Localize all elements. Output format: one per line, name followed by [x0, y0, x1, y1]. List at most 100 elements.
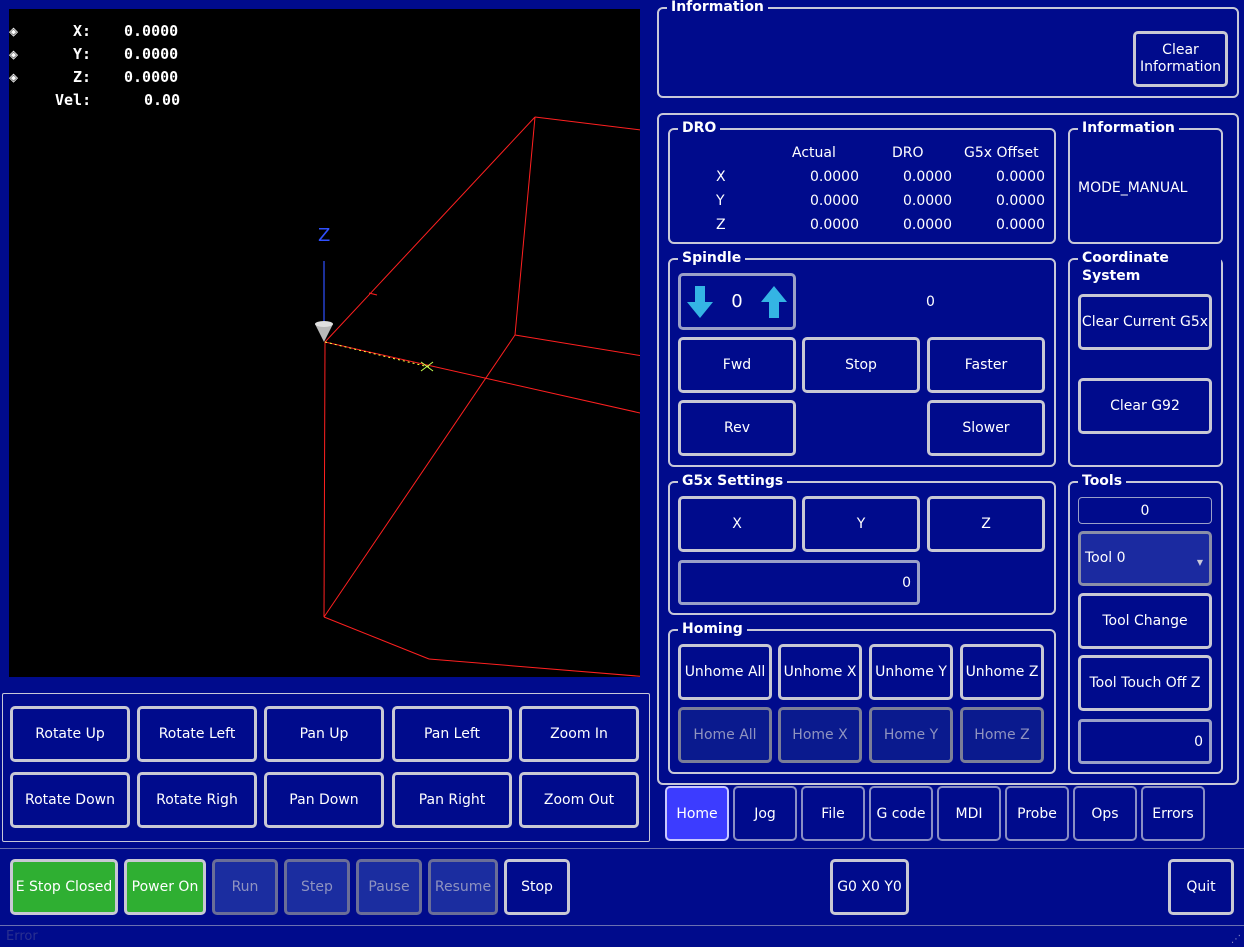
g5x-z-button[interactable]: Z [927, 496, 1045, 552]
tab-errors[interactable]: Errors [1141, 786, 1205, 841]
home-z-button[interactable]: Home Z [960, 707, 1044, 763]
spindle-stop-button[interactable]: Stop [802, 337, 920, 393]
dro-actual-value: 0.0000 [810, 169, 859, 185]
spindle-faster-button[interactable]: Faster [927, 337, 1045, 393]
home-x-button[interactable]: Home X [778, 707, 862, 763]
program-stop-button[interactable]: Stop [504, 859, 570, 915]
tab-jog[interactable]: Jog [733, 786, 797, 841]
g0-x0-y0-button[interactable]: G0 X0 Y0 [830, 859, 909, 915]
touch-off-value: 0 [1194, 733, 1203, 750]
velocity-label: Vel: [55, 91, 92, 109]
tab-file[interactable]: File [801, 786, 865, 841]
dro-actual-value: 0.0000 [810, 193, 859, 209]
unhome-x-button[interactable]: Unhome X [778, 644, 862, 700]
clear-g92-button[interactable]: Clear G92 [1078, 378, 1212, 434]
status-bar: Error ⋰ [0, 925, 1244, 947]
dro-dro-value: 0.0000 [903, 169, 952, 185]
unhome-all-button[interactable]: Unhome All [678, 644, 772, 700]
dro-offset-value: 0.0000 [996, 169, 1045, 185]
spindle-title: Spindle [678, 249, 746, 267]
unhome-z-button[interactable]: Unhome Z [960, 644, 1044, 700]
step-button[interactable]: Step [284, 859, 350, 915]
axis-home-icon: ◈ [9, 22, 19, 40]
tool-select-dropdown[interactable]: Tool 0 ▼ [1078, 531, 1212, 586]
overlay-axis-value: 0.0000 [124, 68, 179, 86]
status-text: Error [6, 929, 38, 944]
run-button[interactable]: Run [212, 859, 278, 915]
tab-ops[interactable]: Ops [1073, 786, 1137, 841]
resize-grip-icon[interactable]: ⋰ [1231, 934, 1241, 945]
arrow-up-icon[interactable] [760, 285, 787, 318]
dro-dro-value: 0.0000 [903, 193, 952, 209]
tab-home[interactable]: Home [665, 786, 729, 841]
zoom-in-button[interactable]: Zoom In [519, 706, 639, 762]
pause-button[interactable]: Pause [356, 859, 422, 915]
spindle-slower-button[interactable]: Slower [927, 400, 1045, 456]
dro-header: DRO [892, 145, 924, 161]
pan-down-button[interactable]: Pan Down [264, 772, 384, 828]
clear-information-button[interactable]: Clear Information [1133, 31, 1228, 87]
overlay-axis-label: Y: [73, 45, 92, 63]
dro-title: DRO [678, 119, 721, 137]
coordinate-system-title: Coordinate System [1078, 249, 1221, 285]
home-all-button[interactable]: Home All [678, 707, 772, 763]
axis-home-icon: ◈ [9, 68, 19, 86]
pan-left-button[interactable]: Pan Left [392, 706, 512, 762]
unhome-y-button[interactable]: Unhome Y [869, 644, 953, 700]
tool-touch-off-z-button[interactable]: Tool Touch Off Z [1078, 655, 1212, 711]
quit-button[interactable]: Quit [1168, 859, 1234, 915]
zoom-out-button[interactable]: Zoom Out [519, 772, 639, 828]
homing-title: Homing [678, 620, 747, 638]
tool-number-value: 0 [1140, 502, 1150, 519]
overlay-axis-label: Z: [73, 68, 92, 86]
rotate-down-button[interactable]: Rotate Down [10, 772, 130, 828]
tab-mdi[interactable]: MDI [937, 786, 1001, 841]
bottom-bar-divider [0, 848, 1244, 849]
information-title: Information [667, 0, 768, 16]
home-y-button[interactable]: Home Y [869, 707, 953, 763]
spindle-rev-button[interactable]: Rev [678, 400, 796, 456]
machine-mode: MODE_MANUAL [1078, 180, 1188, 196]
tool-cone-icon [315, 321, 333, 342]
pan-right-button[interactable]: Pan Right [392, 772, 512, 828]
dro-actual-value: 0.0000 [810, 217, 859, 233]
toolpath-preview [315, 116, 640, 677]
rotate-right-button[interactable]: Rotate Righ [137, 772, 257, 828]
tool-change-button[interactable]: Tool Change [1078, 593, 1212, 649]
touch-off-value-input[interactable]: 0 [1078, 719, 1212, 764]
clear-g5x-button[interactable]: Clear Current G5x [1078, 294, 1212, 350]
dro-offset-value: 0.0000 [996, 193, 1045, 209]
3d-preview-viewport[interactable]: Z ◈ X: 0.0000 ◈ Y: 0.0000 ◈ Z: 0.0000 Vel: 0.00 [9, 9, 640, 677]
tab-g-code[interactable]: G code [869, 786, 933, 841]
g5x-value: 0 [902, 574, 911, 591]
chevron-down-icon: ▼ [1196, 558, 1203, 567]
mode-information-title: Information [1078, 119, 1179, 137]
overlay-axis-value: 0.0000 [124, 22, 179, 40]
dro-header: Actual [792, 145, 836, 161]
dro-axis-label: Z [716, 217, 726, 233]
g5x-x-button[interactable]: X [678, 496, 796, 552]
rotate-left-button[interactable]: Rotate Left [137, 706, 257, 762]
tools-title: Tools [1078, 472, 1127, 490]
dro-offset-value: 0.0000 [996, 217, 1045, 233]
spindle-fwd-button[interactable]: Fwd [678, 337, 796, 393]
estop-button[interactable]: E Stop Closed [10, 859, 118, 915]
arrow-down-icon[interactable] [687, 285, 713, 318]
rotate-up-button[interactable]: Rotate Up [10, 706, 130, 762]
g5x-settings-title: G5x Settings [678, 472, 788, 490]
tool-select-value: Tool 0 [1085, 550, 1126, 566]
g5x-value-input[interactable]: 0 [678, 560, 920, 605]
pan-up-button[interactable]: Pan Up [264, 706, 384, 762]
tab-probe[interactable]: Probe [1005, 786, 1069, 841]
spindle-speed-display: 0 [926, 294, 935, 310]
overlay-axis-label: X: [73, 22, 92, 40]
resume-button[interactable]: Resume [428, 859, 498, 915]
g5x-y-button[interactable]: Y [802, 496, 920, 552]
overlay-axis-value: 0.0000 [124, 45, 179, 63]
coordinate-system-panel: Coordinate System [1068, 249, 1223, 467]
dro-axis-label: X [716, 169, 726, 185]
dro-axis-label: Y [716, 193, 725, 209]
velocity-value: 0.00 [144, 91, 181, 109]
z-axis-label: Z [318, 225, 331, 246]
power-button[interactable]: Power On [124, 859, 206, 915]
